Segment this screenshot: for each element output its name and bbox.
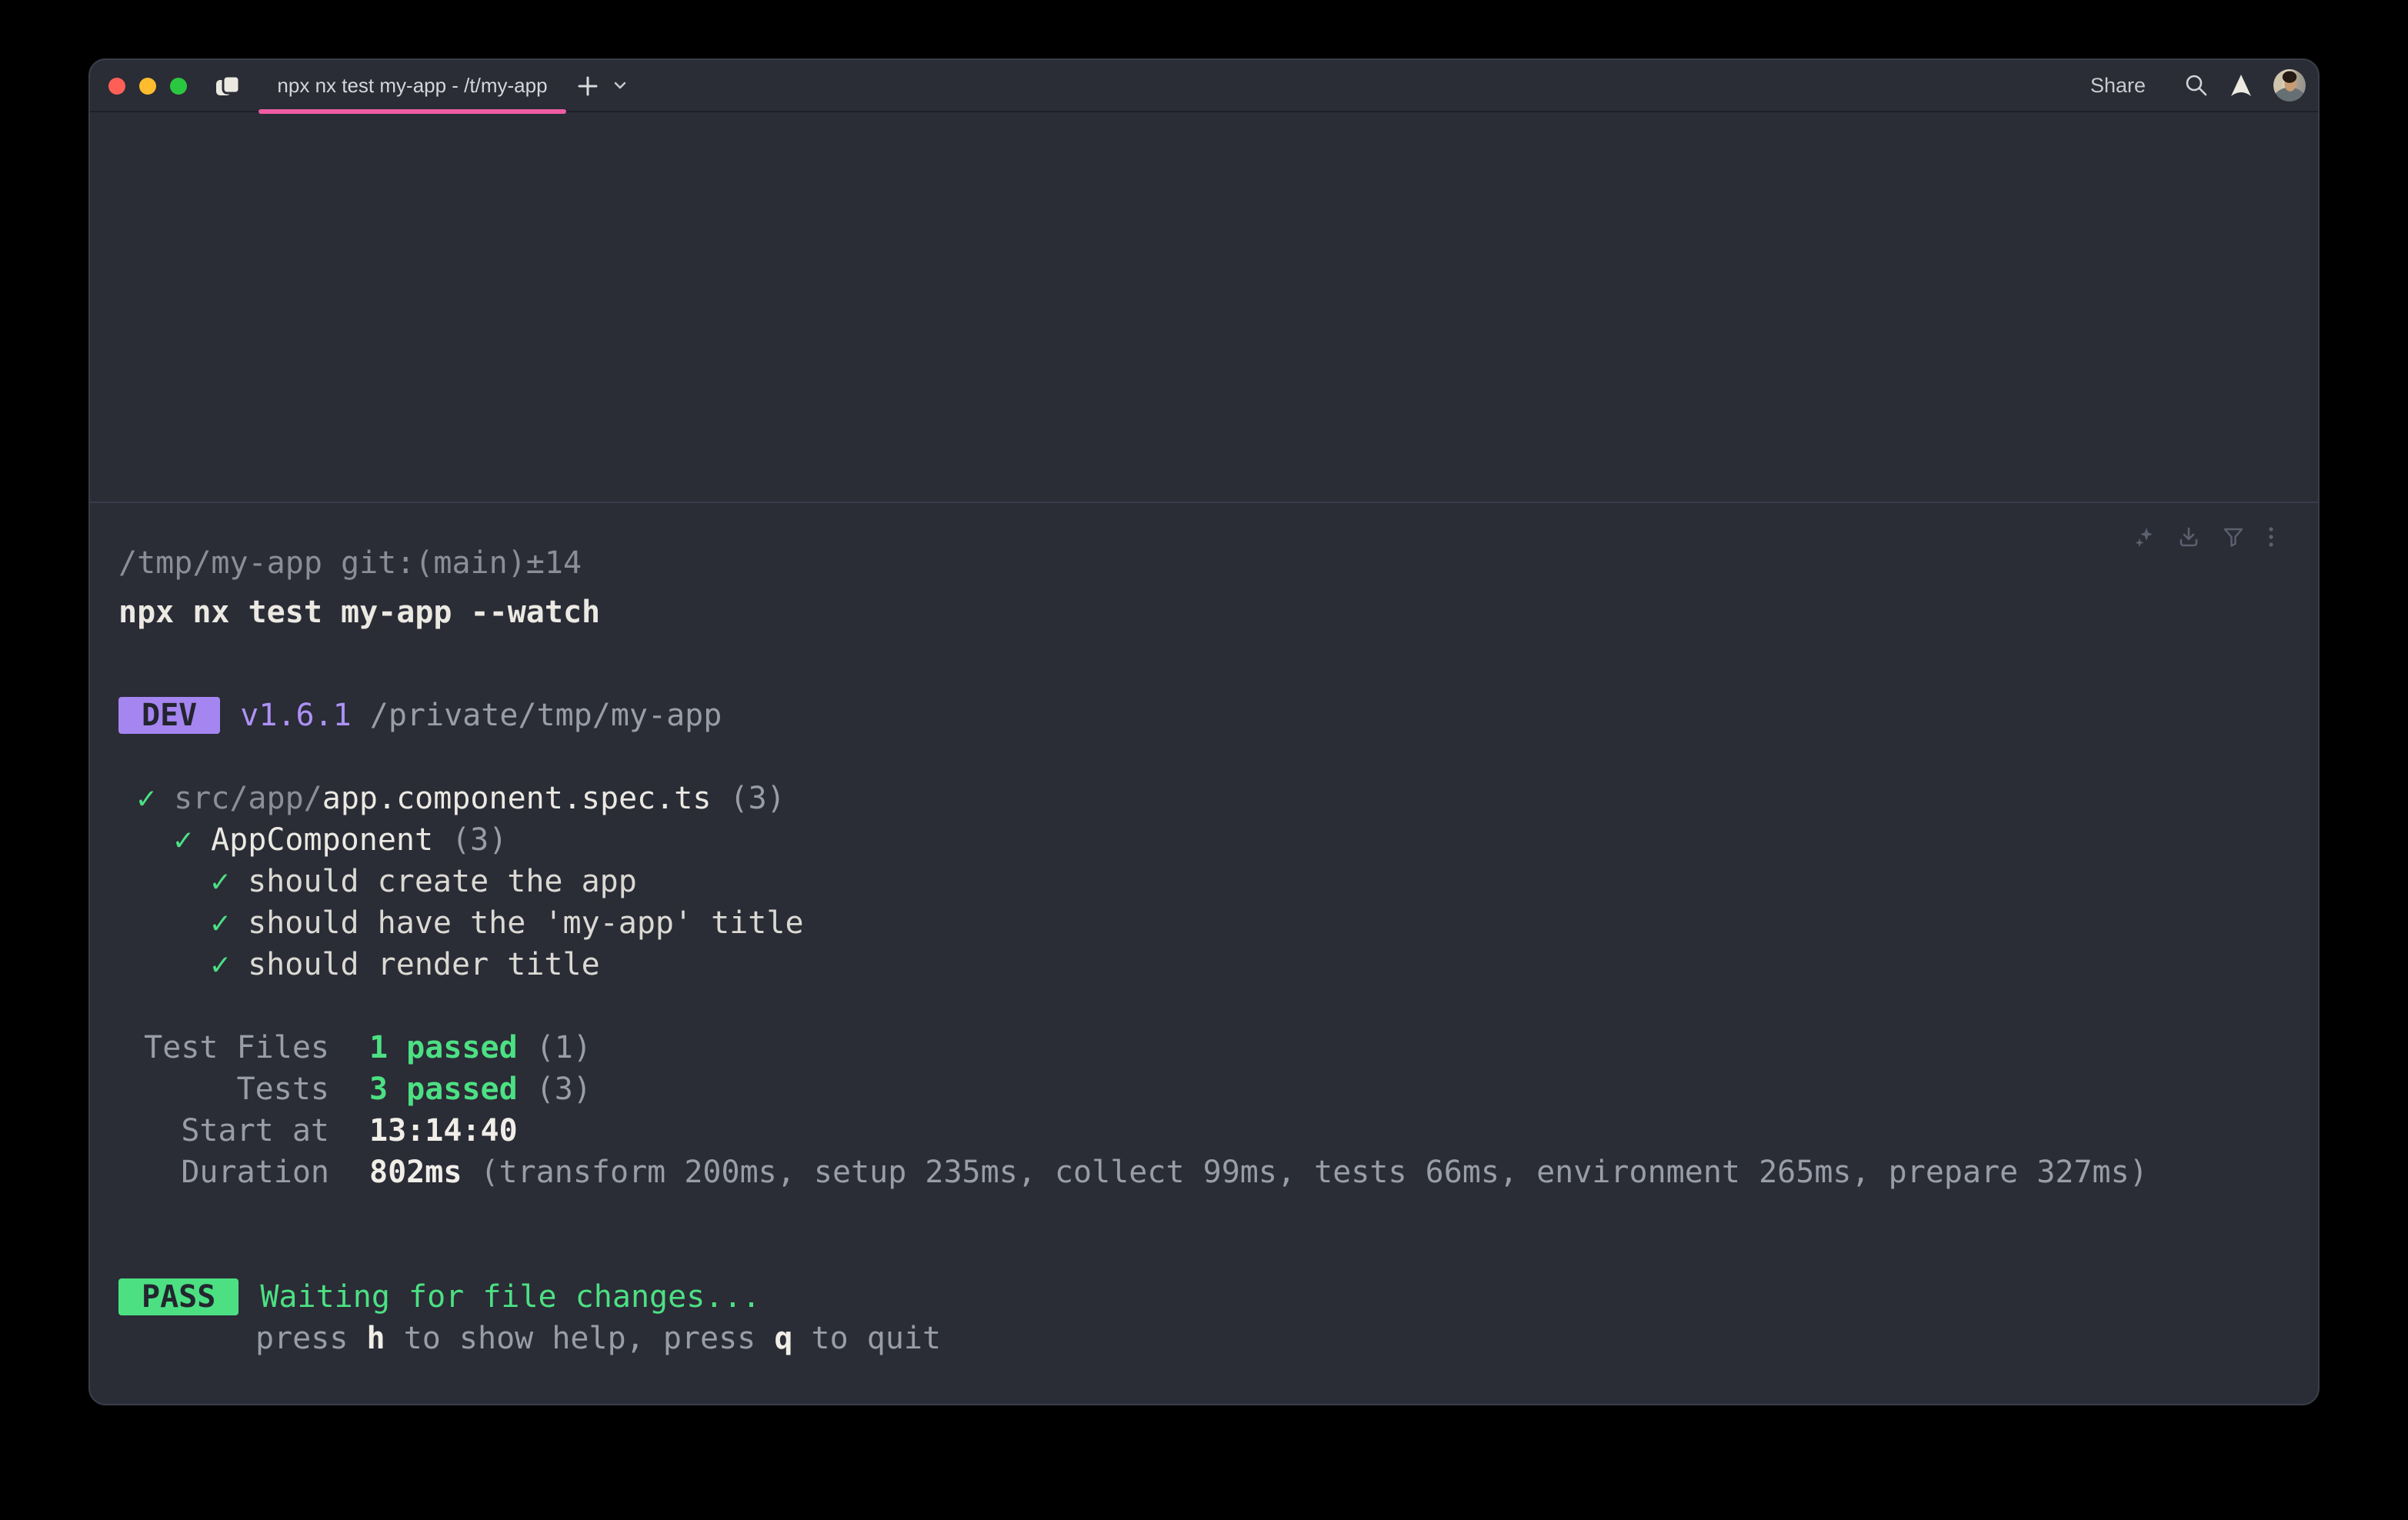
test-suite-row: ✓ AppComponent (3) — [118, 819, 2280, 861]
waiting-message: Waiting for file changes... — [260, 1276, 760, 1318]
project-path: /private/tmp/my-app — [370, 695, 722, 736]
summary-label: Test Files — [118, 1027, 329, 1068]
titlebar: npx nx test my-app - /t/my-app Share — [90, 60, 2318, 112]
file-name: app.component.spec.ts — [322, 781, 712, 816]
tab-switcher-icon[interactable] — [215, 75, 241, 98]
press-text: press — [255, 1321, 367, 1356]
vitest-version: v1.6.1 — [240, 695, 352, 736]
check-icon: ✓ — [211, 905, 229, 941]
test-case-row: ✓ should render title — [118, 944, 2280, 985]
blank-line — [118, 1193, 2280, 1235]
active-tab-indicator — [258, 109, 566, 114]
test-name: should render title — [248, 947, 600, 982]
summary-extra: (transform 200ms, setup 235ms, collect 9… — [480, 1155, 2147, 1190]
traffic-lights — [108, 78, 187, 95]
check-icon: ✓ — [137, 781, 155, 816]
tab-title: npx nx test my-app - /t/my-app — [277, 74, 547, 98]
check-icon: ✓ — [174, 822, 192, 858]
tab-npx-nx-test[interactable]: npx nx test my-app - /t/my-app — [258, 60, 566, 111]
zoom-icon[interactable] — [170, 78, 187, 95]
test-name: should create the app — [248, 864, 637, 899]
check-icon: ✓ — [211, 864, 229, 899]
press-text: to show help, press — [385, 1321, 775, 1356]
new-tab-icon[interactable] — [577, 75, 599, 97]
test-name: should have the 'my-app' title — [248, 905, 803, 941]
dev-badge: DEV — [118, 697, 220, 734]
file-test-count: (3) — [729, 781, 785, 816]
warp-logo-icon[interactable] — [2230, 74, 2252, 97]
test-case-row: ✓ should create the app — [118, 861, 2280, 902]
test-case-row: ✓ should have the 'my-app' title — [118, 902, 2280, 944]
summary-label: Start at — [118, 1110, 329, 1152]
terminal-window: npx nx test my-app - /t/my-app Share — [88, 58, 2320, 1405]
summary-label: Duration — [118, 1152, 329, 1193]
close-icon[interactable] — [108, 78, 125, 95]
key-h: h — [367, 1321, 385, 1356]
press-text: to quit — [792, 1321, 941, 1356]
key-q: q — [774, 1321, 792, 1356]
command-line: npx nx test my-app --watch — [118, 592, 600, 633]
chevron-down-icon[interactable] — [614, 82, 626, 90]
shell-prompt: /tmp/my-app git:(main)±14 — [118, 542, 582, 584]
blank-line — [118, 985, 2280, 1027]
summary-test-files: Test Files 1 passed (1) — [118, 1027, 2280, 1068]
summary-duration: Duration 802ms (transform 200ms, setup 235… — [118, 1152, 2280, 1193]
summary-start-at: Start at 13:14:40 — [118, 1110, 2280, 1152]
summary-value: 3 passed — [369, 1072, 518, 1107]
sparkles-icon[interactable] — [2133, 526, 2155, 548]
summary-extra: (3) — [536, 1072, 592, 1107]
filter-icon[interactable] — [2223, 526, 2244, 548]
vitest-dev-line: DEV v1.6.1 /private/tmp/my-app — [118, 695, 2280, 736]
user-avatar[interactable] — [2273, 69, 2306, 102]
summary-value: 1 passed — [369, 1030, 518, 1065]
download-icon[interactable] — [2178, 526, 2200, 548]
search-icon[interactable] — [2184, 73, 2209, 98]
test-file-row: ✓ src/app/app.component.spec.ts (3) — [118, 778, 2280, 819]
block-toolbar — [2133, 526, 2275, 548]
test-output: DEV v1.6.1 /private/tmp/my-app ✓ src/app/… — [118, 695, 2280, 1359]
kebab-menu-icon[interactable] — [2267, 526, 2275, 548]
blank-line — [118, 736, 2280, 778]
watch-help-line: press h to show help, press q to quit — [118, 1318, 2280, 1359]
pass-badge: PASS — [118, 1278, 238, 1315]
file-dir: src/app/ — [174, 781, 322, 816]
summary-label: Tests — [118, 1068, 329, 1110]
summary-tests: Tests 3 passed (3) — [118, 1068, 2280, 1110]
summary-value: 802ms — [369, 1155, 462, 1190]
summary-extra: (1) — [536, 1030, 592, 1065]
summary-value: 13:14:40 — [369, 1113, 518, 1148]
blank-line — [118, 1235, 2280, 1276]
minimize-icon[interactable] — [139, 78, 156, 95]
check-icon: ✓ — [211, 947, 229, 982]
suite-test-count: (3) — [452, 822, 507, 858]
block-divider — [90, 502, 2318, 503]
suite-name: AppComponent — [211, 822, 433, 858]
share-button[interactable]: Share — [2090, 74, 2146, 98]
pass-status-line: PASS Waiting for file changes... — [118, 1276, 2280, 1318]
titlebar-actions: Share — [2090, 60, 2306, 111]
